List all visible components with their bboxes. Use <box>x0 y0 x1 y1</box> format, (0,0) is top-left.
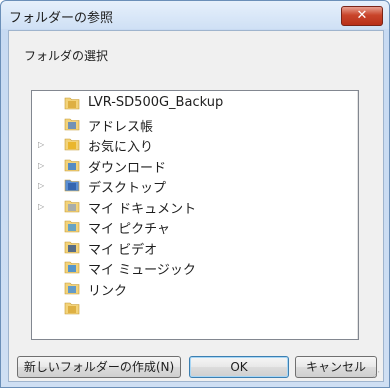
folder-browse-dialog: フォルダーの参照 ✕ フォルダの選択 LVR-SD500G_Backup アドレス… <box>0 0 390 388</box>
tree-item-label: マイ ドキュメント <box>88 201 197 217</box>
tree-item-label: デスクトップ <box>88 181 167 196</box>
new-folder-button[interactable]: 新しいフォルダーの作成(N) <box>17 356 181 378</box>
cancel-button[interactable]: キャンセル <box>295 356 377 378</box>
close-button[interactable]: ✕ <box>341 6 383 26</box>
vertical-scrollbar[interactable]: ▲ ≡ ▼ <box>357 91 359 339</box>
expand-arrow-icon[interactable]: ▷ <box>38 139 48 151</box>
address-book-folder-icon <box>64 118 80 130</box>
tree-item-label: お気に入り <box>88 140 154 155</box>
favorites-folder-icon <box>64 138 80 151</box>
tree-item-label: ダウンロード <box>88 160 167 176</box>
title-bar: フォルダーの参照 ✕ <box>1 1 389 29</box>
music-folder-icon <box>64 261 80 274</box>
folder-icon <box>64 97 80 110</box>
links-folder-icon <box>64 282 80 294</box>
expand-arrow-icon[interactable]: ▷ <box>38 160 48 172</box>
tree-item-label: マイ ピクチャ <box>88 222 171 237</box>
dialog-title: フォルダーの参照 <box>9 11 114 26</box>
resize-grip-icon[interactable]: ⋰ <box>372 370 382 380</box>
dialog-body: フォルダの選択 LVR-SD500G_Backup アドレス帳 ▷ お気に入り ▷ ダウン… <box>8 30 384 382</box>
pictures-folder-icon <box>64 220 80 233</box>
tree-item-label: アドレス帳 <box>88 119 154 135</box>
ok-button[interactable]: OK <box>189 356 289 378</box>
desktop-folder-icon <box>64 179 80 192</box>
tree-item-label: LVR-SD500G_Backup <box>88 95 224 110</box>
folder-icon <box>64 302 80 315</box>
tree-item-label: リンク <box>88 283 128 299</box>
folder-select-prompt: フォルダの選択 <box>24 49 109 63</box>
documents-folder-icon <box>64 200 80 212</box>
tree-item-label: マイ ビデオ <box>88 242 158 258</box>
close-icon: ✕ <box>356 8 368 23</box>
scroll-down-icon[interactable]: ▼ <box>358 322 359 339</box>
downloads-folder-icon <box>64 159 80 171</box>
scroll-up-icon[interactable]: ▲ <box>358 91 359 108</box>
expand-arrow-icon[interactable]: ▷ <box>38 201 48 213</box>
expand-arrow-icon[interactable]: ▷ <box>38 180 48 192</box>
folder-tree[interactable]: LVR-SD500G_Backup アドレス帳 ▷ お気に入り ▷ ダウンロード ▷ デスクト… <box>31 90 359 340</box>
videos-folder-icon <box>64 241 80 253</box>
tree-item-label: マイ ミュージック <box>88 263 196 278</box>
